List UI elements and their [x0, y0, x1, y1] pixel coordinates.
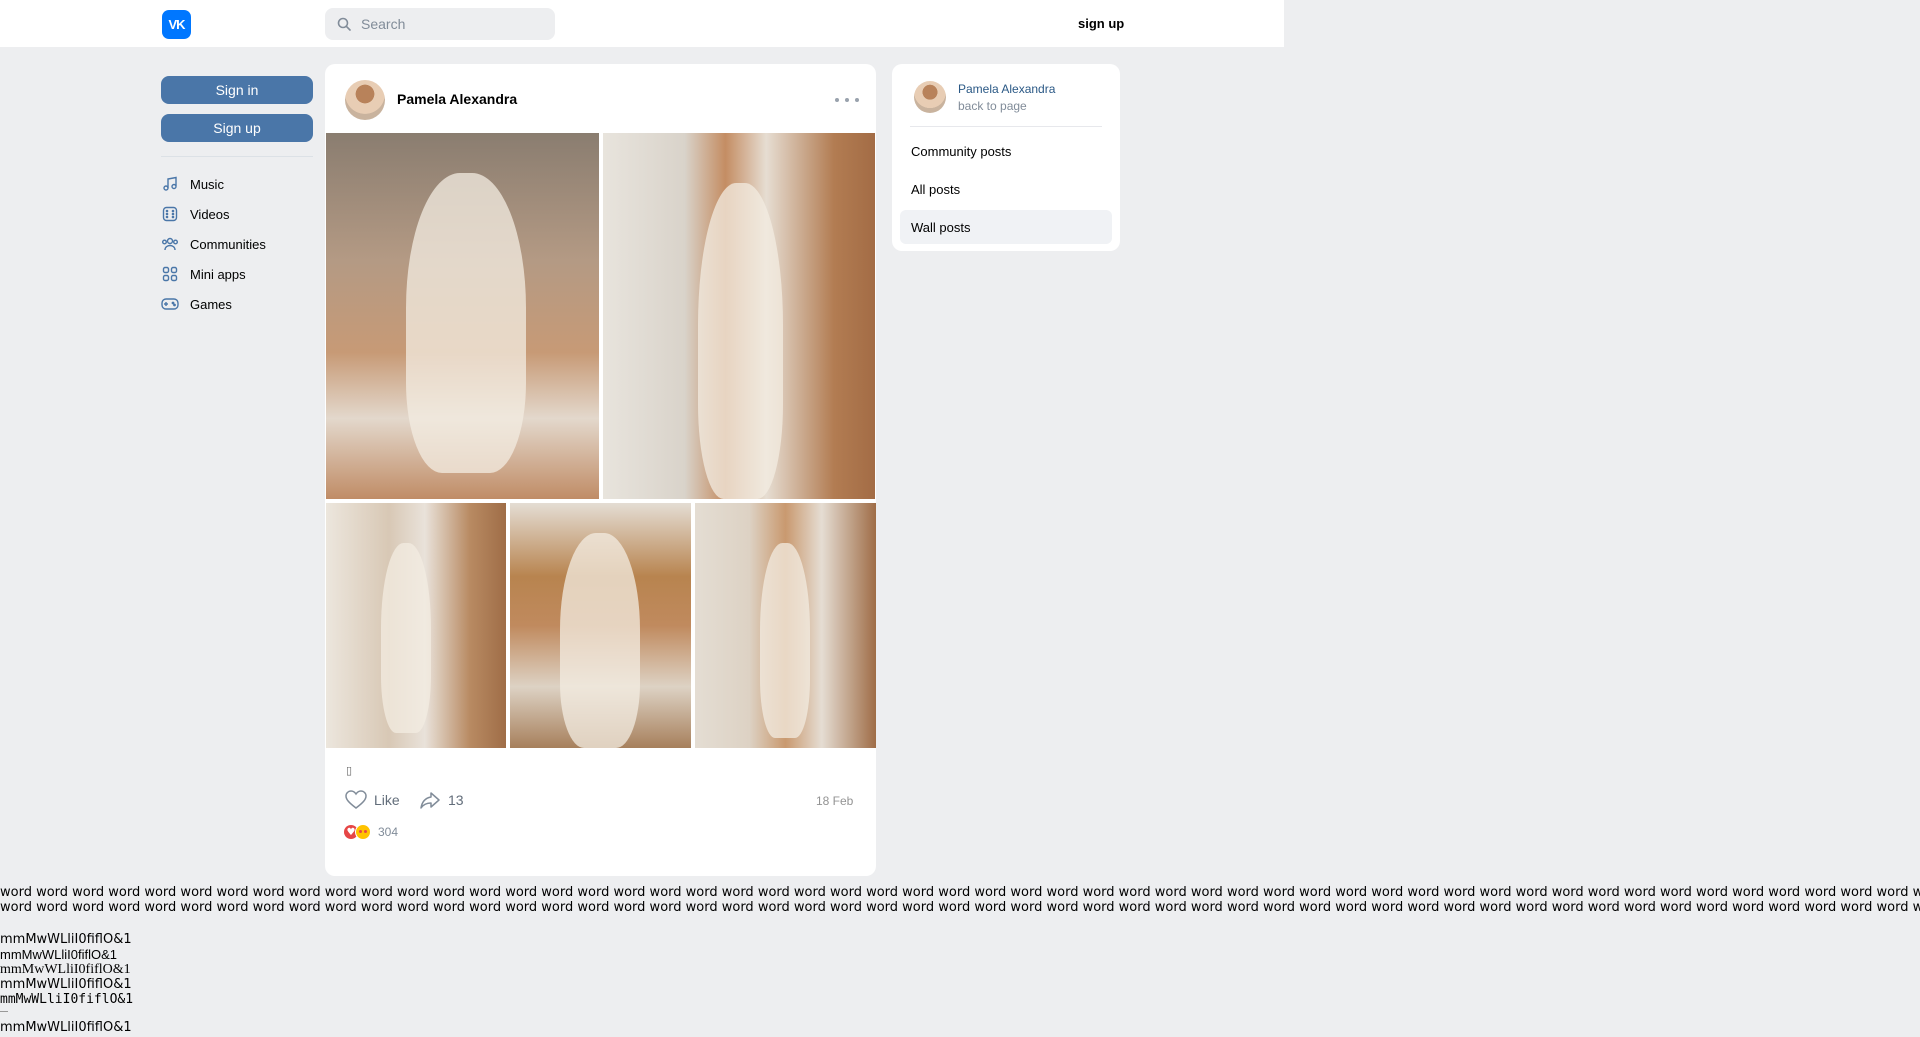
share-icon	[420, 792, 440, 809]
post-author-name[interactable]: Pamela Alexandra	[397, 91, 517, 107]
nav-wall-posts[interactable]: Wall posts	[900, 210, 1112, 244]
filler-text: word word word word word word word word …	[0, 885, 1920, 915]
font-sample: mmMwWLliI0fiflO&1	[0, 1020, 132, 1035]
post-photo-5[interactable]	[695, 503, 876, 748]
reactions-summary[interactable]: ♥ 304	[344, 824, 398, 840]
games-icon	[161, 295, 179, 313]
music-icon	[161, 175, 179, 193]
communities-icon	[161, 235, 179, 253]
like-button[interactable]: Like	[345, 790, 400, 810]
sidebar-item-games[interactable]: Games	[161, 291, 313, 317]
sign-up-button[interactable]: Sign up	[161, 114, 313, 142]
sidebar-item-label: Music	[190, 176, 224, 192]
author-avatar[interactable]	[345, 80, 385, 120]
search-input[interactable]	[359, 15, 543, 33]
sidebar-item-communities[interactable]: Communities	[161, 231, 313, 257]
sidebar-item-label: Mini apps	[190, 266, 246, 282]
like-label: Like	[374, 792, 400, 808]
profile-name-link[interactable]: Pamela Alexandra	[958, 82, 1055, 96]
videos-icon	[161, 205, 179, 223]
profile-nav-card: Pamela Alexandra back to page Community …	[892, 64, 1120, 251]
post-photo-4[interactable]	[510, 503, 691, 748]
sidebar-item-label: Videos	[190, 206, 230, 222]
sidebar-item-label: Games	[190, 296, 232, 312]
nav-community-posts[interactable]: Community posts	[900, 134, 1112, 168]
sidebar-divider	[161, 156, 313, 157]
post-date[interactable]: 18 Feb	[816, 794, 853, 808]
heart-icon	[345, 790, 367, 809]
font-sample: mmMwWLliI0fiflO&1	[0, 962, 131, 977]
back-to-page-link[interactable]: back to page	[958, 99, 1027, 113]
panel-divider	[910, 126, 1102, 127]
font-sample-block: mmMwWLliI0fiflO&1 mmMwWLliI0fiflO&1 mmMw…	[0, 932, 133, 1035]
heart-eyes-reaction-icon	[355, 824, 371, 840]
sidebar-item-label: Communities	[190, 236, 266, 252]
font-sample: mmMwWLliI0fiflO&1	[0, 992, 134, 1007]
photo-figure	[560, 533, 640, 748]
font-sample: mmMwWLliI0fiflO&1	[0, 977, 132, 992]
divider-dash	[0, 1011, 8, 1012]
sign-up-link[interactable]: sign up	[1078, 16, 1124, 31]
more-options-icon[interactable]	[835, 92, 859, 108]
photo-figure	[698, 183, 783, 499]
share-button[interactable]: 13	[419, 790, 464, 810]
photo-figure	[381, 543, 431, 733]
font-sample: mmMwWLliI0fiflO&1	[0, 932, 132, 947]
post-photo-2[interactable]	[603, 133, 875, 499]
mini-apps-icon	[161, 265, 179, 283]
photo-figure	[760, 543, 810, 738]
nav-all-posts[interactable]: All posts	[900, 172, 1112, 206]
post-photo-1[interactable]	[326, 133, 599, 499]
reactions-count: 304	[378, 825, 399, 839]
sidebar-item-videos[interactable]: Videos	[161, 201, 313, 227]
post-card: Pamela Alexandra ▯ Like 13 18 Feb ♥ 304	[325, 64, 876, 876]
sidebar-item-music[interactable]: Music	[161, 171, 313, 197]
font-sample: mmMwWLliI0fiflO&1	[0, 947, 118, 962]
post-photo-3[interactable]	[326, 503, 506, 748]
filler-line-2: word word word word word word word word …	[0, 900, 1920, 915]
filler-line-1: word word word word word word word word …	[0, 885, 1920, 900]
top-bar: VK sign up	[0, 0, 1284, 47]
sidebar-item-mini-apps[interactable]: Mini apps	[161, 261, 313, 287]
post-text: ▯	[346, 764, 353, 777]
share-count: 13	[448, 792, 464, 808]
search-box[interactable]	[325, 8, 555, 40]
photo-figure	[406, 173, 526, 473]
sign-in-button[interactable]: Sign in	[161, 76, 313, 104]
vk-logo[interactable]: VK	[162, 10, 191, 39]
search-icon	[337, 17, 351, 31]
profile-avatar[interactable]	[914, 81, 946, 113]
